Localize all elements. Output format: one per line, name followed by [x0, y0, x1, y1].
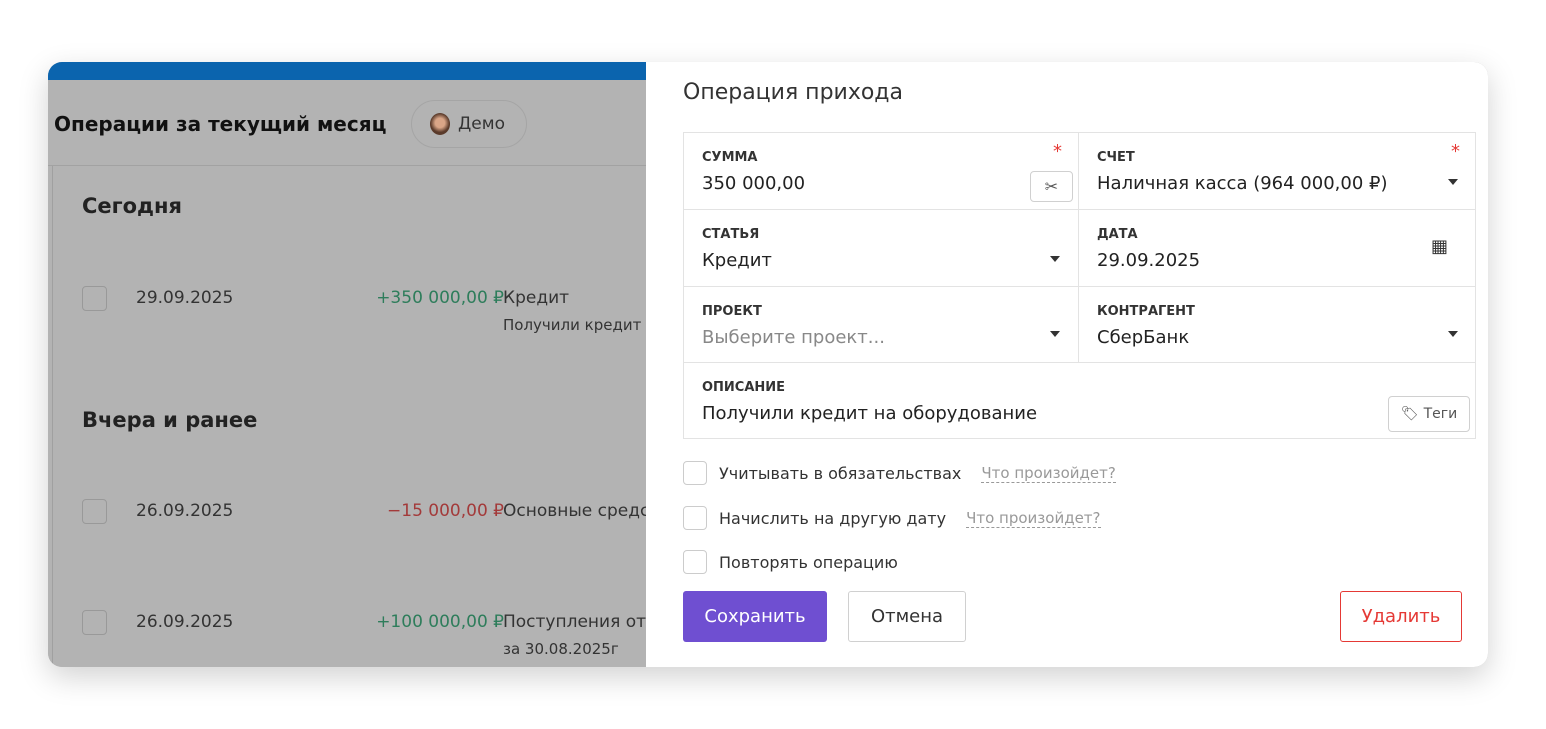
description-label: ОПИСАНИЕ	[702, 380, 786, 395]
row-amount: −15 000,00 ₽	[387, 501, 504, 521]
row-note: Получили кредит	[503, 316, 642, 334]
top-nav-bar	[48, 62, 646, 80]
date-label: ДАТА	[1097, 227, 1138, 242]
tag-icon: 🏷	[1400, 406, 1419, 422]
row-date: 26.09.2025	[136, 612, 234, 632]
row-amount: +350 000,00 ₽	[376, 288, 504, 308]
row-category: Поступления от	[503, 612, 647, 632]
row-category: Основные средс	[503, 501, 650, 521]
description-input[interactable]: Получили кредит на оборудование	[702, 403, 1458, 424]
help-link[interactable]: Что произойдет?	[981, 464, 1116, 483]
chevron-down-icon	[1448, 179, 1458, 185]
counterparty-label: КОНТРАГЕНТ	[1097, 304, 1195, 319]
account-value: Наличная касса (964 000,00 ₽)	[1097, 173, 1388, 194]
sum-input[interactable]: 350 000,00	[702, 173, 1060, 194]
row-note: за 30.08.2025г	[503, 640, 619, 658]
avatar	[430, 113, 450, 135]
chevron-down-icon	[1050, 331, 1060, 337]
article-value: Кредит	[702, 250, 772, 271]
project-label: ПРОЕКТ	[702, 304, 762, 319]
page-title: Операции за текущий месяц	[54, 112, 387, 136]
table-row[interactable]: 26.09.2025 −15 000,00 ₽ Основные средс	[82, 499, 682, 539]
tags-button[interactable]: 🏷 Теги	[1388, 396, 1470, 432]
article-label: СТАТЬЯ	[702, 227, 760, 242]
repeat-operation-checkbox[interactable]: Повторять операцию	[683, 550, 898, 574]
row-checkbox[interactable]	[82, 499, 107, 524]
checkbox[interactable]	[683, 461, 707, 485]
accrue-other-date-checkbox[interactable]: Начислить на другую дату Что произойдет?	[683, 506, 1101, 530]
checkbox[interactable]	[683, 506, 707, 530]
sum-field[interactable]: СУММА 350 000,00 * ✂	[684, 133, 1079, 210]
required-marker: *	[1053, 141, 1062, 162]
table-row[interactable]: 26.09.2025 +100 000,00 ₽ Поступления от …	[82, 610, 682, 658]
checkbox[interactable]	[683, 550, 707, 574]
article-select[interactable]: СТАТЬЯ Кредит	[684, 210, 1079, 287]
dialog-title: Операция прихода	[683, 80, 903, 105]
chevron-down-icon	[1050, 256, 1060, 262]
row-date: 26.09.2025	[136, 501, 234, 521]
calculator-button[interactable]: ✂	[1030, 171, 1073, 202]
date-field[interactable]: ДАТА 29.09.2025 ▦	[1079, 210, 1476, 287]
app-window: Операции за текущий месяц Демо Сегодня 2…	[48, 62, 1488, 667]
dimmed-background	[48, 80, 646, 667]
counterparty-value: СберБанк	[1097, 327, 1190, 348]
row-checkbox[interactable]	[82, 286, 107, 311]
row-amount: +100 000,00 ₽	[376, 612, 504, 632]
account-label: СЧЕТ	[1097, 150, 1135, 165]
checkbox-label: Учитывать в обязательствах	[719, 463, 962, 483]
counterparty-select[interactable]: КОНТРАГЕНТ СберБанк	[1079, 287, 1476, 363]
sum-label: СУММА	[702, 150, 758, 165]
section-heading: Сегодня	[82, 194, 183, 218]
divider	[48, 165, 646, 166]
row-date: 29.09.2025	[136, 288, 234, 308]
checkbox-label: Начислить на другую дату	[719, 508, 947, 528]
help-link[interactable]: Что произойдет?	[966, 509, 1101, 528]
project-select[interactable]: ПРОЕКТ Выберите проект...	[684, 287, 1079, 363]
row-category: Кредит	[503, 288, 570, 308]
project-placeholder: Выберите проект...	[702, 327, 885, 348]
row-checkbox[interactable]	[82, 610, 107, 635]
delete-button[interactable]: Удалить	[1340, 591, 1462, 642]
scissors-icon: ✂	[1044, 177, 1059, 196]
required-marker: *	[1451, 141, 1460, 162]
obligations-checkbox[interactable]: Учитывать в обязательствах Что произойде…	[683, 461, 1116, 485]
income-operation-dialog: Операция прихода СУММА 350 000,00 * ✂ СЧ…	[646, 62, 1488, 667]
divider	[52, 166, 53, 667]
demo-button[interactable]: Демо	[411, 100, 527, 148]
demo-label: Демо	[458, 114, 505, 134]
calendar-icon[interactable]: ▦	[1431, 236, 1448, 257]
tags-label: Теги	[1423, 406, 1458, 422]
table-row[interactable]: 29.09.2025 +350 000,00 ₽ Кредит Получили…	[82, 286, 682, 334]
account-select[interactable]: СЧЕТ Наличная касса (964 000,00 ₽) *	[1079, 133, 1476, 210]
form-grid: СУММА 350 000,00 * ✂ СЧЕТ Наличная касса…	[683, 132, 1476, 439]
cancel-button[interactable]: Отмена	[848, 591, 966, 642]
checkbox-label: Повторять операцию	[719, 552, 898, 572]
description-field[interactable]: ОПИСАНИЕ Получили кредит на оборудование…	[684, 363, 1476, 439]
date-input[interactable]: 29.09.2025	[1097, 250, 1458, 271]
section-heading: Вчера и ранее	[82, 408, 258, 432]
save-button[interactable]: Сохранить	[683, 591, 827, 642]
chevron-down-icon	[1448, 331, 1458, 337]
